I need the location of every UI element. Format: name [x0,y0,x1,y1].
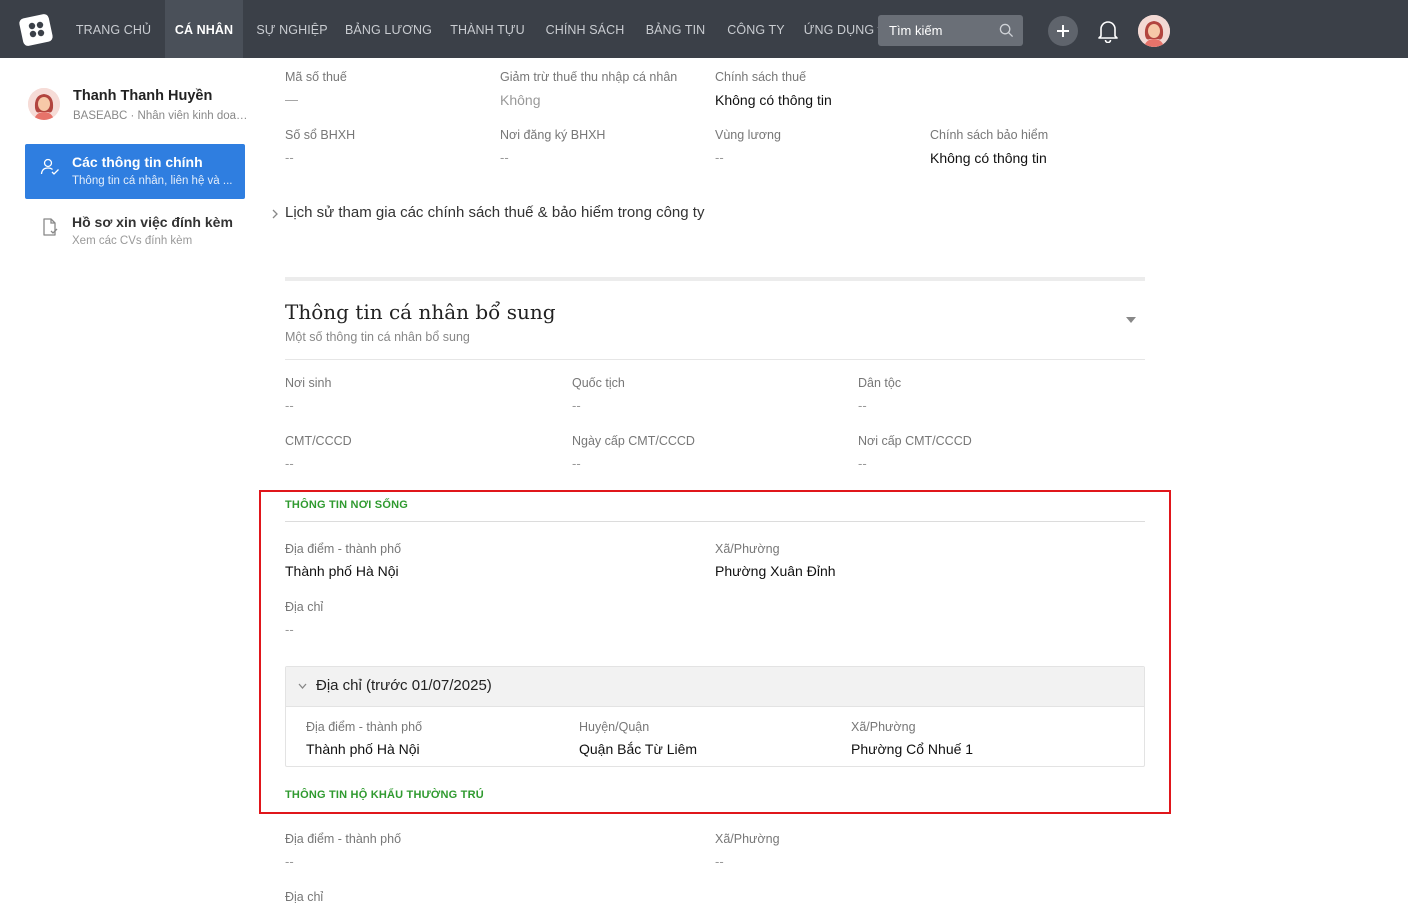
permanent-heading: THÔNG TIN HỘ KHẨU THƯỜNG TRÚ [285,789,484,801]
plus-icon [1057,25,1069,37]
user-check-icon [40,158,59,175]
old-ward-value: Phường Cổ Nhuế 1 [851,741,974,757]
nav-ung-dung[interactable]: ỨNG DỤNG [798,0,880,58]
birthplace-label: Nơi sinh [285,376,332,390]
nav-thanh-tuu[interactable]: THÀNH TỰU [443,0,532,58]
user-avatar[interactable] [1138,15,1170,47]
old-district-label: Huyện/Quận [579,720,650,734]
bhxh-place-label: Nơi đăng ký BHXH [500,128,606,142]
profile-avatar [28,88,60,120]
add-button[interactable] [1048,16,1078,46]
residence-address-label: Địa chỉ [285,600,324,614]
app-logo-icon[interactable] [18,12,54,48]
section-subtitle: Một số thông tin cá nhân bổ sung [285,330,470,344]
deduction-label: Giảm trừ thuế thu nhập cá nhân [500,70,678,84]
tax-policy-value: Không có thông tin [715,92,832,108]
section-divider [285,359,1145,360]
nav-bang-luong[interactable]: BẢNG LƯƠNG [340,0,437,58]
search-input[interactable]: Tìm kiếm [889,23,942,38]
id-no-label: CMT/CCCD [285,434,352,448]
insurance-policy-value: Không có thông tin [930,150,1047,166]
id-date-label: Ngày cấp CMT/CCCD [572,434,695,448]
nationality-label: Quốc tịch [572,376,625,390]
old-city-label: Địa điểm - thành phố [306,720,423,734]
profile-name: Thanh Thanh Huyền [73,88,213,104]
residence-city-value: Thành phố Hà Nội [285,563,399,579]
id-place-label: Nơi cấp CMT/CCCD [858,434,972,448]
nav-ca-nhan[interactable]: CÁ NHÂN [165,0,243,58]
bell-icon[interactable] [1097,19,1119,43]
sidebar-item-main-info[interactable]: Các thông tin chính Thông tin cá nhân, l… [25,144,245,199]
ethnicity-label: Dân tộc [858,376,902,390]
residence-address-value: -- [285,622,294,637]
section-title: Thông tin cá nhân bổ sung [285,300,556,324]
profile-subtitle: BASEABC · Nhân viên kinh doanh [73,110,248,122]
tax-policy-label: Chính sách thuế [715,70,807,84]
salary-zone-value: -- [715,150,724,165]
permanent-city-value: -- [285,854,294,869]
section-divider [285,277,1145,281]
old-ward-label: Xã/Phường [851,720,916,734]
search-box[interactable]: Tìm kiếm [878,15,1023,46]
old-district-value: Quận Bắc Từ Liêm [579,741,698,757]
tax-code-value: — [285,92,298,107]
residence-city-label: Địa điểm - thành phố [285,542,402,556]
tax-code-label: Mã số thuế [285,70,347,84]
sidebar-item-subtitle: Thông tin cá nhân, liên hệ và ... [72,175,233,187]
collapse-toggle-icon[interactable] [1126,317,1136,323]
old-address-panel-header[interactable]: Địa chỉ (trước 01/07/2025) [286,667,1144,707]
avatar-illustration-icon [28,88,60,120]
old-city-value: Thành phố Hà Nội [306,741,420,757]
search-icon[interactable] [999,23,1014,38]
residence-heading: THÔNG TIN NƠI SỐNG [285,499,408,511]
residence-ward-value: Phường Xuân Đỉnh [715,563,836,579]
permanent-ward-value: -- [715,854,724,869]
birthplace-value: -- [285,398,294,413]
deduction-value: Không [500,92,541,108]
nav-su-nghiep[interactable]: SỰ NGHIỆP [249,0,335,58]
nav-cong-ty[interactable]: CÔNG TY [720,0,792,58]
sidebar-item-title: Các thông tin chính [72,154,203,170]
id-place-value: -- [858,456,867,471]
top-navbar: TRANG CHỦ CÁ NHÂN SỰ NGHIỆP BẢNG LƯƠNG T… [0,0,1408,58]
permanent-city-label: Địa điểm - thành phố [285,832,402,846]
ethnicity-value: -- [858,398,867,413]
nav-trang-chu[interactable]: TRANG CHỦ [66,0,161,58]
permanent-address-label: Địa chỉ [285,890,324,904]
id-no-value: -- [285,456,294,471]
residence-divider [285,521,1145,522]
nationality-value: -- [572,398,581,413]
chevron-right-icon [272,209,278,219]
history-link-text: Lịch sử tham gia các chính sách thuế & b… [285,204,705,221]
permanent-ward-label: Xã/Phường [715,832,780,846]
insurance-policy-label: Chính sách bảo hiểm [930,128,1049,142]
chevron-down-icon [298,683,307,689]
old-address-title: Địa chỉ (trước 01/07/2025) [316,677,492,694]
sidebar-item-subtitle: Xem các CVs đính kèm [72,235,193,247]
bhxh-no-label: Số sổ BHXH [285,128,356,142]
salary-zone-label: Vùng lương [715,128,781,142]
bhxh-no-value: -- [285,150,294,165]
nav-bang-tin[interactable]: BẢNG TIN [638,0,713,58]
sidebar-item-title: Hồ sơ xin việc đính kèm [72,214,233,230]
avatar-illustration-icon [1138,15,1170,47]
old-address-panel: Địa chỉ (trước 01/07/2025) Địa điểm - th… [285,666,1145,767]
nav-chinh-sach[interactable]: CHÍNH SÁCH [538,0,632,58]
residence-ward-label: Xã/Phường [715,542,780,556]
file-check-icon [43,218,58,236]
id-date-value: -- [572,456,581,471]
bhxh-place-value: -- [500,150,509,165]
sidebar-item-attached-cv[interactable]: Hồ sơ xin việc đính kèm Xem các CVs đính… [25,204,245,259]
